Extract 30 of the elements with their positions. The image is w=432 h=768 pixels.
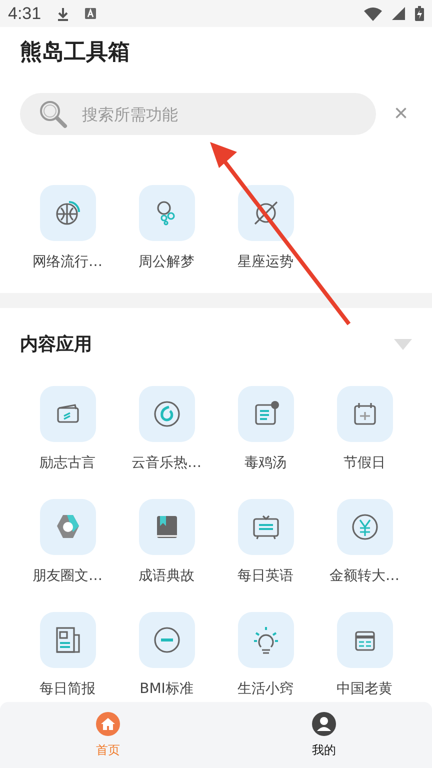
app-tile[interactable]: 网络流行… xyxy=(18,185,117,271)
app-tile[interactable]: 励志古言 xyxy=(18,386,117,472)
app-tile[interactable]: 每日简报 xyxy=(18,612,117,698)
app-tile[interactable]: 周公解梦 xyxy=(117,185,216,271)
wifi-icon xyxy=(364,6,382,20)
nav-tab[interactable]: 我的 xyxy=(216,702,432,768)
home-icon xyxy=(96,712,120,736)
signal-icon xyxy=(392,7,405,20)
app-notification-icon xyxy=(85,8,96,19)
app-tile[interactable]: 每日英语 xyxy=(216,499,315,585)
search-field[interactable]: 搜索所需功能 xyxy=(20,93,376,135)
clock: 4:31 xyxy=(8,4,42,24)
coin-icon xyxy=(350,512,380,542)
battery-icon xyxy=(415,6,424,21)
disc-icon xyxy=(152,399,182,429)
app-tile[interactable]: 云音乐热… xyxy=(117,386,216,472)
collapse-triangle-icon[interactable] xyxy=(394,338,412,350)
app-tile[interactable]: 星座运势 xyxy=(216,185,315,271)
app-tile[interactable]: 生活小窍 xyxy=(216,612,315,698)
app-tile[interactable]: BMI标准 xyxy=(117,612,216,698)
app-title: 熊岛工具箱 xyxy=(20,39,131,67)
app-tile[interactable]: 成语典故 xyxy=(117,499,216,585)
app-tile[interactable]: 毒鸡汤 xyxy=(216,386,315,472)
app-tile[interactable]: 中国老黄 xyxy=(315,612,414,698)
app-tile[interactable]: 节假日 xyxy=(315,386,414,472)
app-tile[interactable]: 金额转大… xyxy=(315,499,414,585)
download-icon xyxy=(57,6,70,20)
profile-icon xyxy=(312,712,336,736)
app-tile[interactable]: 朋友圈文… xyxy=(18,499,117,585)
section-title: 内容应用 xyxy=(20,333,92,356)
